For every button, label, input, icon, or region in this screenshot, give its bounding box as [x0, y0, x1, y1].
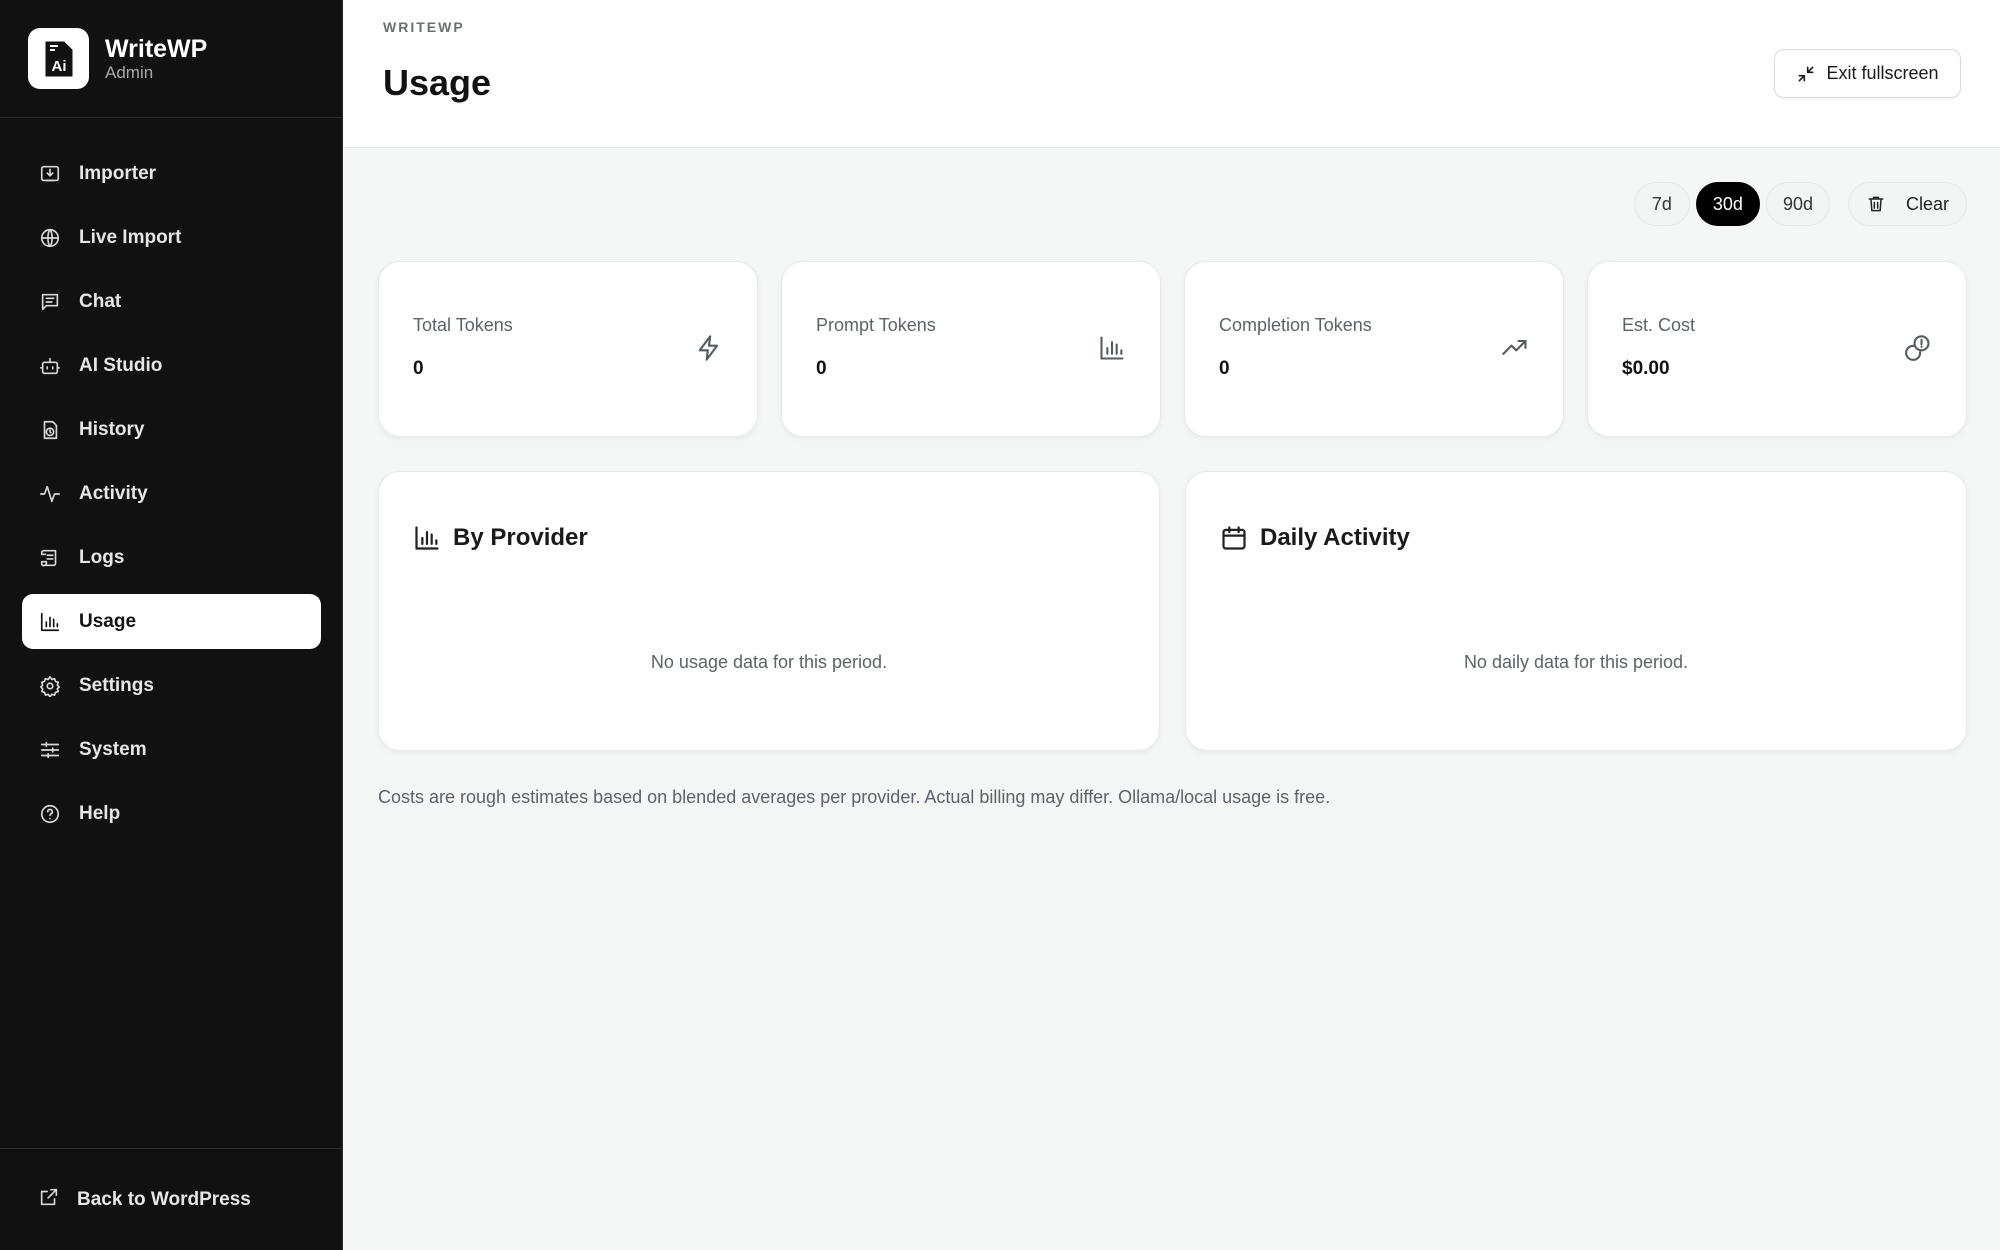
ai-file-icon: Ai [45, 41, 72, 76]
page-header: WRITEWP Usage Exit fullscreen [344, 0, 2000, 148]
sidebar-item-label: Live Import [79, 226, 182, 248]
clear-button[interactable]: Clear [1847, 182, 1967, 226]
empty-state-text: No daily data for this period. [1463, 652, 1689, 672]
stat-card-total-tokens: Total Tokens 0 [378, 261, 758, 437]
minimize-icon [1799, 66, 1814, 81]
bot-icon [38, 354, 62, 378]
range-controls: 7d 30d 90d Clear [1628, 182, 1967, 226]
svg-text:Ai: Ai [51, 58, 66, 75]
sidebar-item-activity[interactable]: Activity [22, 466, 321, 521]
breadcrumb: WRITEWP [383, 19, 465, 35]
sidebar-item-chat[interactable]: Chat [22, 274, 321, 329]
sidebar-item-label: Activity [79, 482, 148, 504]
sidebar-item-system[interactable]: System [22, 722, 321, 777]
stat-card-completion-tokens: Completion Tokens 0 [1184, 261, 1564, 437]
activity-icon [38, 482, 62, 506]
sliders-icon [38, 738, 62, 762]
stat-cards: Total Tokens 0 Prompt Tokens 0 Completio… [378, 261, 1967, 437]
panels: By Provider No usage data for this perio… [378, 471, 1967, 751]
sidebar-item-label: System [79, 738, 147, 760]
exit-fullscreen-label: Exit fullscreen [1826, 63, 1939, 83]
brand[interactable]: Ai WriteWP Admin [0, 0, 342, 118]
import-icon [38, 162, 62, 186]
external-link-icon [38, 1186, 60, 1213]
cost-disclaimer: Costs are rough estimates based on blend… [378, 787, 1331, 807]
stat-card-prompt-tokens: Prompt Tokens 0 [781, 261, 1161, 437]
zap-icon [695, 334, 723, 362]
sidebar-item-label: Logs [79, 546, 125, 568]
sidebar-nav: Importer Live Import Chat AI Studio Hist… [22, 146, 321, 850]
sidebar-item-usage[interactable]: Usage [22, 594, 321, 649]
sidebar-item-importer[interactable]: Importer [22, 146, 321, 201]
stat-label: Prompt Tokens [816, 315, 936, 335]
brand-logo: Ai [28, 28, 89, 89]
range-90d-button[interactable]: 90d [1765, 182, 1830, 226]
stat-value: 0 [1219, 358, 1230, 379]
stat-value: 0 [413, 358, 424, 379]
sidebar-item-label: Help [79, 802, 121, 824]
bar-chart-icon [1098, 334, 1126, 362]
calendar-icon [1222, 526, 1246, 550]
back-to-wordpress-label: Back to WordPress [77, 1188, 251, 1210]
brand-name: WriteWP [105, 34, 208, 63]
sidebar-item-logs[interactable]: Logs [22, 530, 321, 585]
page-title: Usage [383, 62, 492, 103]
sidebar-item-label: Settings [79, 674, 154, 696]
range-7d-button[interactable]: 7d [1633, 182, 1690, 226]
stat-label: Completion Tokens [1219, 315, 1372, 335]
bar-chart-icon [415, 526, 439, 550]
stat-value: $0.00 [1622, 358, 1670, 379]
sidebar-item-label: Usage [79, 610, 137, 632]
by-provider-panel: By Provider No usage data for this perio… [378, 471, 1160, 751]
sidebar-item-label: History [79, 418, 145, 440]
trending-up-icon [1501, 334, 1529, 362]
bar-chart-icon [38, 610, 62, 634]
clear-label: Clear [1905, 193, 1949, 214]
exit-fullscreen-button[interactable]: Exit fullscreen [1774, 49, 1961, 98]
globe-icon [38, 226, 62, 250]
brand-subtitle: Admin [105, 62, 154, 82]
sidebar-item-live-import[interactable]: Live Import [22, 210, 321, 265]
range-30d-button[interactable]: 30d [1695, 182, 1760, 226]
coins-icon [1904, 334, 1932, 362]
sidebar-item-label: Importer [79, 162, 157, 184]
stat-label: Total Tokens [413, 315, 513, 335]
stat-value: 0 [816, 358, 827, 379]
sidebar-item-label: Chat [79, 290, 122, 312]
empty-state-text: No usage data for this period. [650, 652, 888, 672]
sidebar: Ai WriteWP Admin Importer Live Import Ch… [0, 0, 343, 1250]
trash-icon [1868, 196, 1884, 212]
stat-label: Est. Cost [1622, 315, 1696, 335]
scroll-icon [38, 546, 62, 570]
stat-card-est-cost: Est. Cost $0.00 [1587, 261, 1967, 437]
help-icon [38, 802, 62, 826]
daily-activity-panel: Daily Activity No daily data for this pe… [1185, 471, 1967, 751]
chat-icon [38, 290, 62, 314]
panel-title: By Provider [453, 524, 588, 551]
gear-icon [38, 674, 62, 698]
sidebar-item-history[interactable]: History [22, 402, 321, 457]
back-to-wordpress-link[interactable]: Back to WordPress [0, 1148, 343, 1250]
sidebar-item-settings[interactable]: Settings [22, 658, 321, 713]
range-toggle: 7d 30d 90d [1628, 182, 1830, 226]
sidebar-item-label: AI Studio [79, 354, 163, 376]
sidebar-item-help[interactable]: Help [22, 786, 321, 841]
sidebar-item-ai-studio[interactable]: AI Studio [22, 338, 321, 393]
history-icon [38, 418, 62, 442]
panel-title: Daily Activity [1260, 524, 1410, 551]
